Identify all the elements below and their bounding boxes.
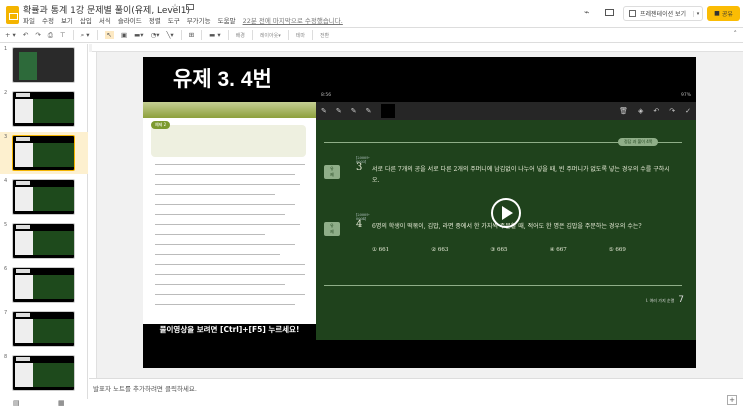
color-swatch <box>380 104 395 118</box>
slide-thumbnail-7[interactable]: 7 <box>0 308 88 350</box>
menu-view[interactable]: 보기 <box>61 15 73 25</box>
menu-file[interactable]: 파일 <box>23 15 35 25</box>
slide-thumbnail-8[interactable]: 8 <box>0 352 88 394</box>
check-icon: ✓ <box>685 107 691 115</box>
divider <box>72 30 74 40</box>
slide-thumbnail-5[interactable]: 5 <box>0 220 88 262</box>
slide-thumbnail-3[interactable]: 3 <box>0 132 88 174</box>
shape-icon[interactable]: ◔▾ <box>151 31 160 39</box>
present-dropdown-icon[interactable]: ▾ <box>693 10 702 17</box>
toolbar: + ▾ ↶ ↷ ⎙ ⊤ ⌕ ▾ ↖ ▣ ▬▾ ◔▾ ╲▾ ⊞ ▬ ▾ 배경 레이… <box>0 27 743 43</box>
undo-icon: ↶ <box>653 107 660 115</box>
comment-add-icon[interactable]: ⊞ <box>189 31 194 39</box>
embedded-video[interactable]: 8:56 97% ✎ ✎ ✎ ✎ 🗑 ◈ ↶ ↷ ✓ 정답 과 풀이 4쪽 [20009… <box>316 90 696 340</box>
slide-thumbnail-4[interactable]: 4 <box>0 176 88 218</box>
divider <box>180 30 182 40</box>
lock-icon: ■ <box>714 10 720 17</box>
slide-thumbnail-1[interactable]: 1 <box>0 44 88 86</box>
menu-addons[interactable]: 부가기능 <box>187 15 211 25</box>
filmstrip-view-icon[interactable]: ▤ <box>13 399 20 407</box>
menu-slide[interactable]: 슬라이드 <box>118 15 142 25</box>
print-icon[interactable]: ⎙ <box>48 31 53 40</box>
undo-icon[interactable]: ↶ <box>23 31 28 39</box>
horizontal-ruler <box>92 44 743 52</box>
answer-tag: 정답 과 풀이 4쪽 <box>618 138 659 146</box>
layout-button[interactable]: 레이아웃▾ <box>260 32 281 39</box>
last-edit-link[interactable]: 22분 전에 마지막으로 수정했습니다. <box>243 15 343 25</box>
slides-logo[interactable] <box>6 6 19 24</box>
line-icon[interactable]: ╲▾ <box>167 31 174 39</box>
menu-format[interactable]: 서식 <box>99 15 111 25</box>
menu-edit[interactable]: 수정 <box>42 15 54 25</box>
present-icon <box>629 10 636 17</box>
speaker-notes[interactable]: 발표자 노트를 추가하려면 클릭하세요. <box>89 378 743 409</box>
present-label: 프레젠테이션 보기 <box>640 11 687 18</box>
grid-view-icon[interactable]: ▦ <box>58 399 65 407</box>
paint-format-icon[interactable]: ⊤ <box>60 31 66 39</box>
divider <box>227 30 229 40</box>
divider <box>287 30 289 40</box>
menu-tools[interactable]: 도구 <box>168 15 180 25</box>
trash-icon: 🗑 <box>619 107 628 115</box>
pen-icon: ✎ <box>365 107 372 115</box>
activity-icon[interactable]: ⌁ <box>584 8 589 18</box>
divider <box>201 30 203 40</box>
page-footer: I. 여러 가지 순열 7 <box>645 295 684 305</box>
share-button[interactable]: ■ 공유 <box>707 6 740 21</box>
menu-arrange[interactable]: 정렬 <box>149 15 161 25</box>
slide-title[interactable]: 유제 3. 4번 <box>173 63 272 93</box>
fill-color-icon[interactable]: ▬ ▾ <box>209 31 220 39</box>
slide-thumbnail-2[interactable]: 2 <box>0 88 88 130</box>
video-pen-toolbar: ✎ ✎ ✎ ✎ 🗑 ◈ ↶ ↷ ✓ <box>316 102 696 120</box>
menu-bar: 파일 수정 보기 삽입 서식 슬라이드 정렬 도구 부가기능 도움말 22분 전… <box>23 15 343 25</box>
pen-icon: ✎ <box>321 107 327 115</box>
zoom-icon[interactable]: ⌕ ▾ <box>81 31 90 40</box>
theme-button[interactable]: 테마 <box>296 32 305 39</box>
menu-help[interactable]: 도움말 <box>218 15 236 25</box>
eraser-icon: ◈ <box>637 107 644 115</box>
collapse-toolbar-icon[interactable]: ˄ <box>734 30 738 38</box>
redo-icon[interactable]: ↷ <box>35 31 40 39</box>
divider <box>311 30 313 40</box>
divider <box>96 30 98 40</box>
comment-icon[interactable] <box>605 9 614 16</box>
view-toggle: ▤ ▦ <box>0 399 88 409</box>
slide[interactable]: 유제 3. 4번 예제 2 풀이영상을 보려면 [Ctrl]+[F5] 누르세요… <box>143 57 696 368</box>
textbox-icon[interactable]: ▣ <box>121 31 127 39</box>
redo-icon: ↷ <box>669 107 676 115</box>
video-status-battery: 97% <box>680 93 691 98</box>
vertical-ruler <box>89 52 97 378</box>
share-label: 공유 <box>721 11 733 18</box>
folder-icon[interactable] <box>186 4 194 10</box>
new-slide-icon[interactable]: + ▾ <box>5 31 16 39</box>
pen-icon: ✎ <box>350 107 357 115</box>
select-tool-icon[interactable]: ↖ <box>104 31 114 39</box>
transition-button[interactable]: 전환 <box>320 32 329 39</box>
pen-icon: ✎ <box>335 107 342 115</box>
image-icon[interactable]: ▬▾ <box>134 31 143 39</box>
slide-thumbnail-6[interactable]: 6 <box>0 264 88 306</box>
divider <box>251 30 253 40</box>
play-icon[interactable] <box>491 198 521 228</box>
star-icon[interactable]: ☆ <box>171 3 179 13</box>
background-button[interactable]: 배경 <box>236 32 245 39</box>
video-status-time: 8:56 <box>321 93 332 98</box>
menu-insert[interactable]: 삽입 <box>80 15 92 25</box>
textbook-page-image[interactable]: 예제 2 <box>143 102 316 324</box>
answer-choices: ① 661 ② 663 ③ 665 ④ 667 ⑤ 669 <box>372 247 626 253</box>
filmstrip[interactable]: 1 2 3 4 5 6 7 8 <box>0 44 88 399</box>
slide-caption[interactable]: 풀이영상을 보려면 [Ctrl]+[F5] 누르세요! <box>143 324 316 335</box>
present-button[interactable]: 프레젠테이션 보기 ▾ <box>623 6 703 21</box>
explore-icon[interactable]: + <box>727 395 737 405</box>
